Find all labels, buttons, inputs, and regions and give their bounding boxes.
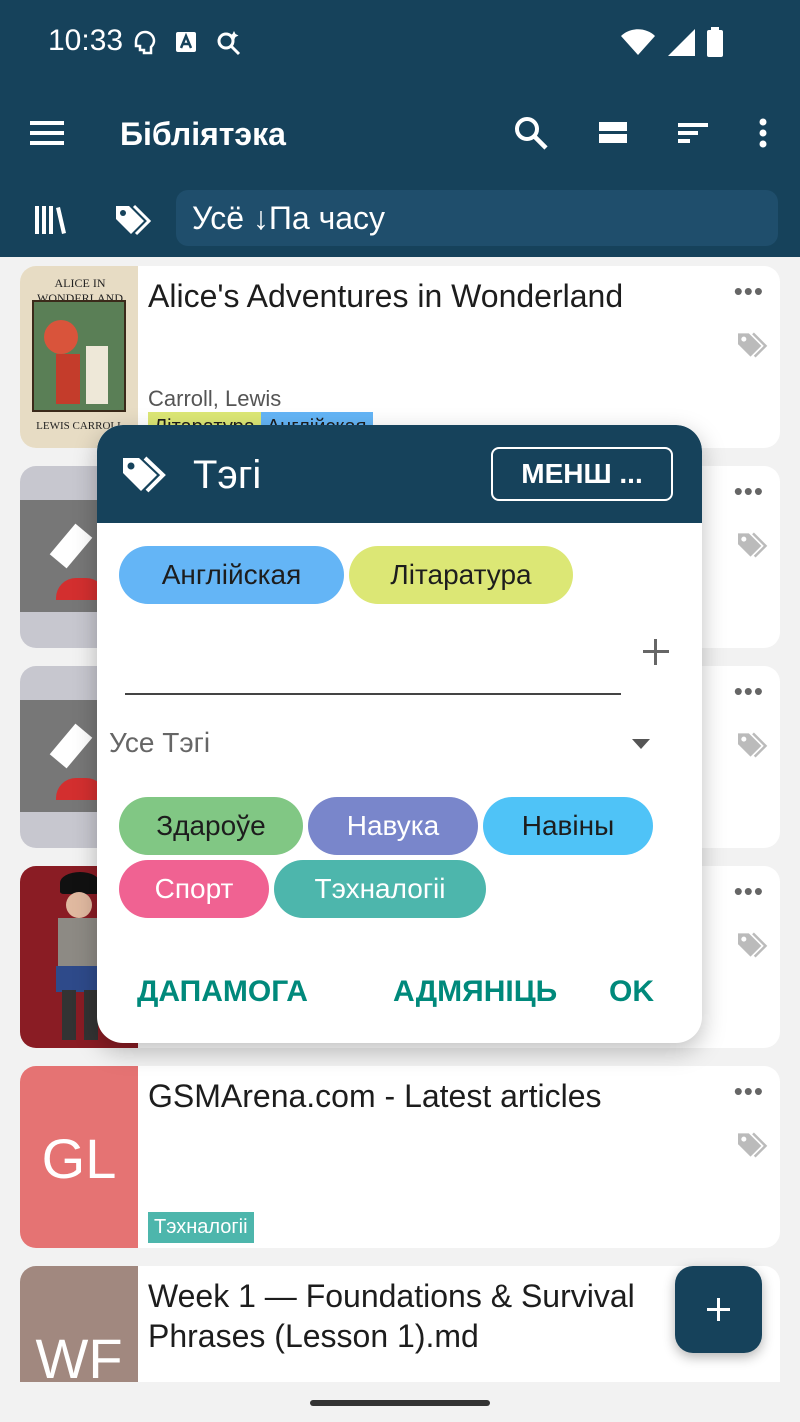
book-title: Week 1 — Foundations & Survival Phrases … (148, 1278, 635, 1354)
more-vert-icon[interactable] (742, 112, 784, 154)
add-tag-icon[interactable] (635, 631, 677, 673)
battery-icon (707, 27, 723, 57)
book-title: Alice's Adventures in Wonderland (148, 278, 624, 314)
view-toggle-icon[interactable] (592, 112, 634, 154)
home-handle[interactable] (310, 1400, 490, 1406)
dialog-header: Тэгі МЕНШ ... (97, 425, 702, 523)
tag-technology[interactable]: Тэхналогіі (274, 860, 486, 918)
plus-icon (707, 1298, 730, 1321)
page-title: Бібліятэка (120, 116, 286, 152)
status-right-icons (620, 26, 724, 58)
all-tags-dropdown[interactable]: Усе Тэгі (109, 727, 210, 759)
tag-icon[interactable] (736, 930, 770, 964)
filter-chip[interactable]: Усё ↓Па часу (176, 190, 778, 246)
filter-row: Усё ↓Па часу (0, 188, 800, 250)
input-underline (125, 693, 621, 695)
tag-health[interactable]: Здароўе (119, 797, 303, 855)
help-button[interactable]: ДАПАМОГА (137, 975, 308, 1009)
new-tag-input[interactable] (125, 631, 621, 691)
gesture-navbar (0, 1382, 800, 1422)
tag-science[interactable]: Навука (308, 797, 478, 855)
list-item[interactable]: ALICE IN WONDERLAND LEWIS CARROLL Alice'… (20, 266, 780, 448)
tag-icon[interactable] (736, 530, 770, 564)
toolbar: Бібліятэка (0, 96, 800, 172)
tag-icon[interactable] (736, 1130, 770, 1164)
book-title: GSMArena.com - Latest articles (148, 1078, 602, 1114)
tag-icon[interactable] (736, 330, 770, 364)
cancel-button[interactable]: АДМЯНІЦЬ (393, 975, 557, 1009)
initials: GL (41, 1127, 117, 1190)
tag-filter-icon[interactable] (114, 200, 154, 240)
book-author: Carroll, Lewis (148, 386, 282, 411)
signal-icon (668, 29, 695, 56)
tag-sport[interactable]: Спорт (119, 860, 269, 918)
brain-icon (132, 28, 160, 58)
ok-button[interactable]: OK (609, 975, 654, 1009)
list-item[interactable]: GL GSMArena.com - Latest articles Тэхнал… (20, 1066, 780, 1248)
tag-icon[interactable] (736, 730, 770, 764)
book-cover-initials: GL (20, 1066, 138, 1248)
search-icon[interactable] (510, 112, 552, 154)
more-icon[interactable]: ••• (734, 676, 764, 707)
text-a-icon (174, 28, 202, 58)
chevron-down-icon[interactable] (631, 737, 651, 751)
status-time: 10:33 (48, 24, 124, 57)
search-sparkle-icon (214, 28, 242, 58)
tag-news[interactable]: Навіны (483, 797, 653, 855)
sort-icon[interactable] (672, 112, 714, 154)
more-icon[interactable]: ••• (734, 1076, 764, 1107)
book-tags: Тэхналогіі (148, 1212, 254, 1243)
tag-chip: Тэхналогіі (148, 1212, 254, 1243)
selected-tag-literature[interactable]: Літаратура (349, 546, 573, 604)
selected-tag-english[interactable]: Англійская (119, 546, 344, 604)
status-bar: 10:33 (0, 0, 800, 86)
more-icon[interactable]: ••• (734, 276, 764, 307)
more-icon[interactable]: ••• (734, 476, 764, 507)
dialog-title: Тэгі (193, 453, 262, 497)
wifi-icon (621, 29, 655, 55)
cover-illustration (32, 300, 126, 412)
tags-icon (121, 453, 171, 497)
book-cover: ALICE IN WONDERLAND LEWIS CARROLL (20, 266, 138, 448)
library-icon[interactable] (30, 200, 70, 240)
menu-icon[interactable] (26, 112, 68, 154)
app-header: 10:33 Бібліятэка Усё ↓Па часу (0, 0, 800, 257)
less-button[interactable]: МЕНШ ... (491, 447, 673, 501)
add-fab-button[interactable] (675, 1266, 762, 1353)
tags-dialog: Тэгі МЕНШ ... Англійская Літаратура Усе … (97, 425, 702, 1043)
more-icon[interactable]: ••• (734, 876, 764, 907)
